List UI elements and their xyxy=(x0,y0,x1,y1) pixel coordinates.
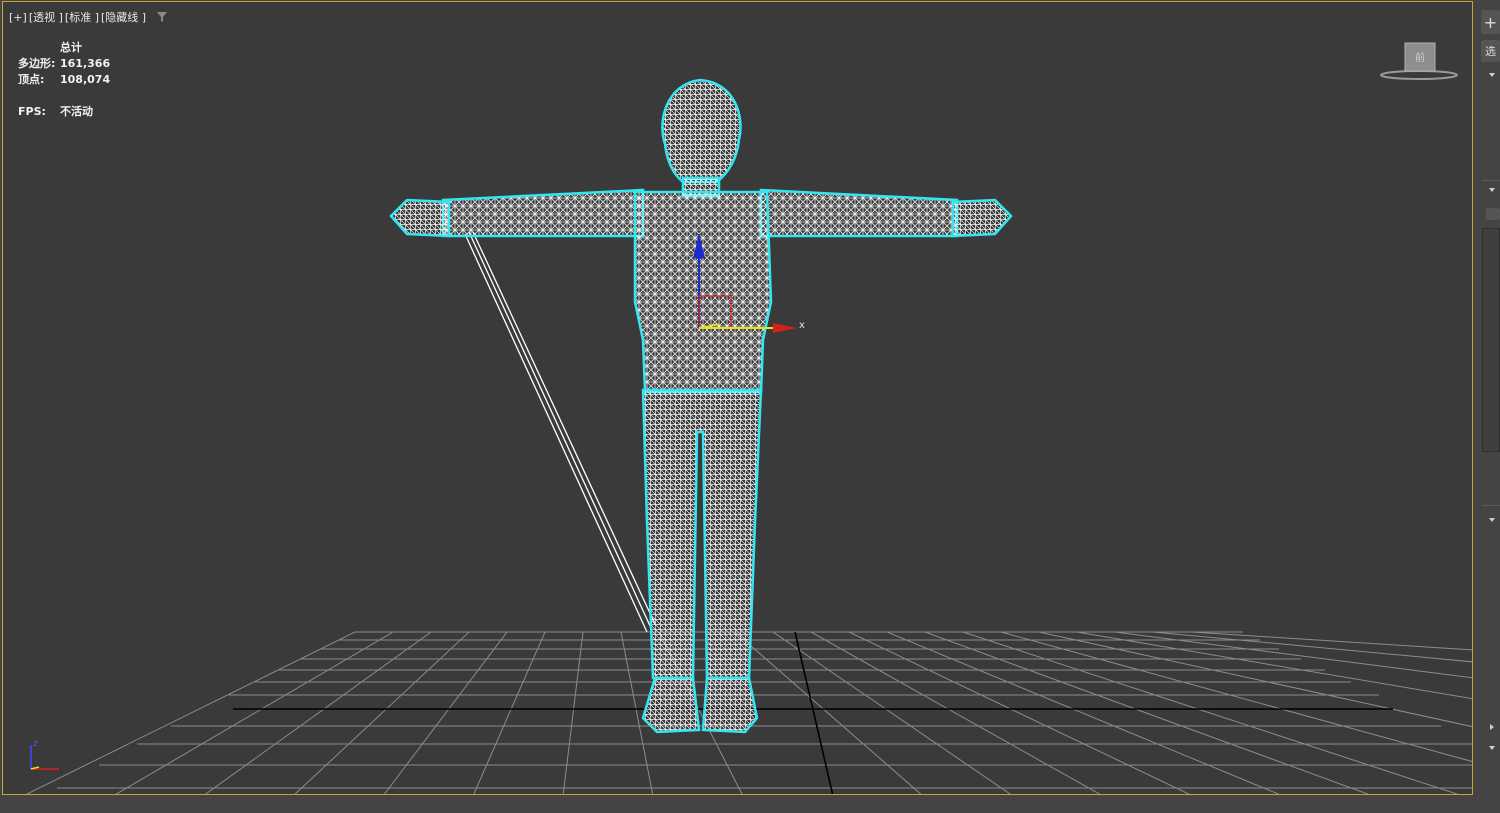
polygons-value: 161,366 xyxy=(60,57,111,70)
create-button[interactable]: + xyxy=(1481,10,1500,34)
bottom-strip xyxy=(0,796,1476,813)
viewport-menu-shading[interactable]: [标准 ] xyxy=(65,9,99,25)
rollout-arrow-1[interactable] xyxy=(1489,73,1495,77)
fps-value: 不活动 xyxy=(60,105,93,118)
viewport-menu-plus[interactable]: [+] xyxy=(9,11,27,24)
select-button[interactable]: 选 xyxy=(1481,40,1500,62)
viewport-scene[interactable]: x xyxy=(3,2,1473,795)
filter-icon[interactable] xyxy=(156,11,168,23)
tripod-z-label: z xyxy=(33,739,38,749)
vertices-label: 顶点: xyxy=(18,73,45,86)
viewport-menu-style[interactable]: [隐藏线 ] xyxy=(101,9,146,25)
gizmo-x-label: x xyxy=(799,320,805,331)
checkbox-toggle[interactable] xyxy=(1486,208,1500,220)
modifier-stack-list[interactable] xyxy=(1482,228,1500,452)
perspective-viewport[interactable]: x [+] [透视 ] [标准 ] [隐藏线 ] 总计 多边形: 161,366… xyxy=(2,1,1473,795)
bone-lines xyxy=(464,231,656,633)
rollout-arrow-3[interactable] xyxy=(1489,518,1495,522)
vertices-value: 108,074 xyxy=(60,73,111,86)
viewport-statistics: 总计 多边形: 161,366 顶点: 108,074 FPS: 不活动 xyxy=(18,40,110,120)
rollout-arrow-4[interactable] xyxy=(1489,746,1495,750)
polygons-label: 多边形: xyxy=(18,57,56,70)
axis-tripod: z xyxy=(30,739,59,770)
fps-label: FPS: xyxy=(18,105,46,118)
viewcube-face-label: 前 xyxy=(1415,51,1425,64)
stats-header: 总计 xyxy=(60,41,82,54)
viewport-label-menu[interactable]: [+] [透视 ] [标准 ] [隐藏线 ] xyxy=(9,9,168,25)
viewcube[interactable]: 前 xyxy=(1379,39,1459,83)
expand-arrow[interactable] xyxy=(1490,724,1494,730)
command-panel[interactable]: + 选 xyxy=(1476,0,1500,813)
character-wireframe xyxy=(389,78,1013,734)
viewport-menu-pov[interactable]: [透视 ] xyxy=(29,9,63,25)
rollout-arrow-2[interactable] xyxy=(1489,188,1495,192)
